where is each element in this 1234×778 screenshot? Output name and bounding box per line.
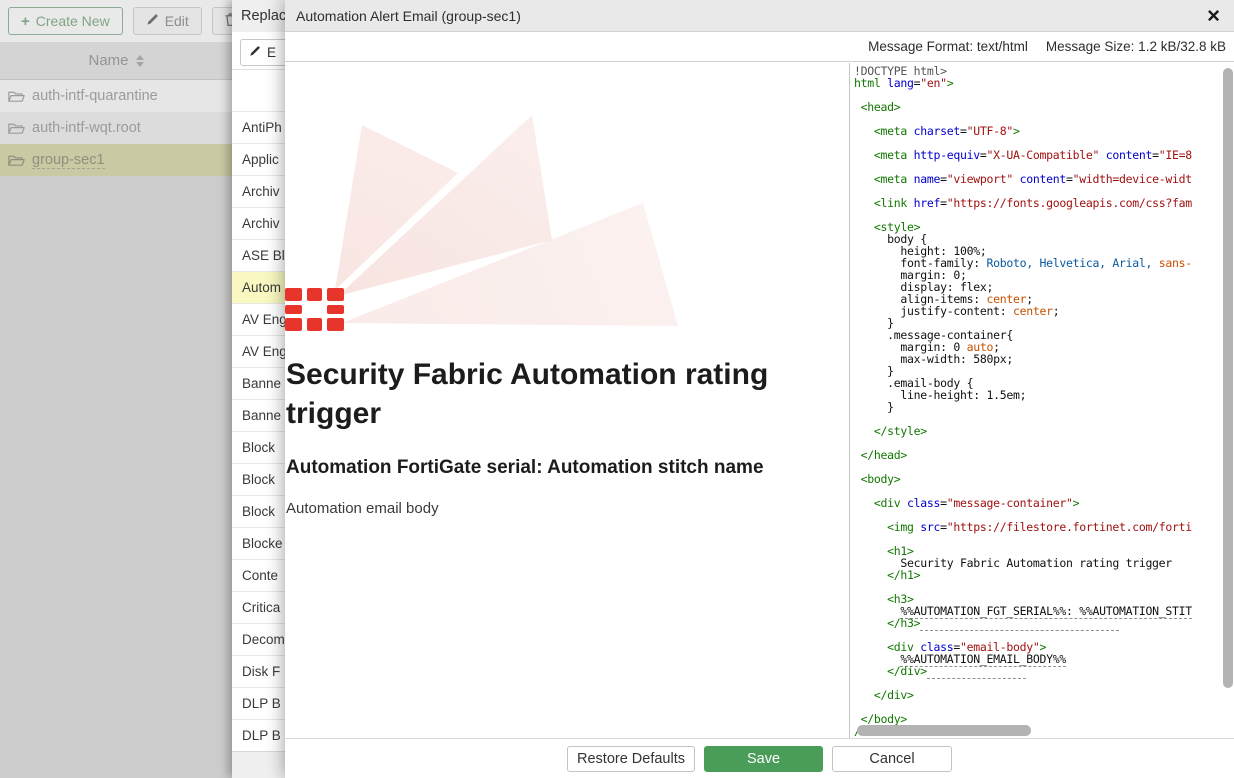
message-type-item[interactable]: Conte [232, 559, 285, 591]
message-type-item[interactable]: Applic [232, 143, 285, 175]
horizontal-scrollbar[interactable] [857, 725, 1031, 736]
message-type-item[interactable]: Blocke [232, 527, 285, 559]
message-type-item[interactable]: AV Eng [232, 303, 285, 335]
html-source-editor[interactable]: !DOCTYPE html>html lang="en"> <head> <me… [850, 63, 1234, 738]
message-info-bar: Message Format: text/html Message Size: … [285, 32, 1234, 62]
message-type-item[interactable]: Archiv [232, 207, 285, 239]
message-type-item[interactable]: Block [232, 463, 285, 495]
save-button[interactable]: Save [704, 746, 823, 772]
pencil-icon [249, 45, 261, 60]
replacement-messages-panel: Replac E AntiPhApplicArchivArchivASE BlA… [232, 0, 285, 778]
message-format-label: Message Format: text/html [868, 39, 1028, 54]
panel-edit-button[interactable]: E [240, 39, 285, 66]
fortios-replacement-messages-screen: + Create New Edit D Name auth-intf-quara… [0, 0, 1234, 778]
groups-table-panel: + Create New Edit D Name auth-intf-quara… [0, 0, 232, 778]
code-lines: !DOCTYPE html>html lang="en"> <head> <me… [850, 63, 1234, 737]
message-type-item[interactable]: Critica [232, 591, 285, 623]
folder-icon [8, 122, 25, 135]
sort-icon [136, 55, 144, 67]
email-preview: Security Fabric Automation rating trigge… [285, 63, 850, 738]
pencil-icon [146, 13, 159, 29]
cancel-button[interactable]: Cancel [832, 746, 952, 772]
close-icon[interactable]: × [1203, 2, 1224, 30]
automation-alert-email-modal: Automation Alert Email (group-sec1) × Me… [285, 0, 1234, 778]
restore-defaults-button[interactable]: Restore Defaults [567, 746, 695, 772]
group-name: auth-intf-wqt.root [32, 120, 141, 136]
group-name: auth-intf-quarantine [32, 88, 158, 104]
preview-heading: Security Fabric Automation rating trigge… [286, 355, 786, 433]
group-row[interactable]: auth-intf-quarantine [0, 80, 232, 112]
message-type-item[interactable]: AV Eng [232, 335, 285, 367]
group-row[interactable]: group-sec1 [0, 144, 232, 176]
message-type-item[interactable]: Autom [232, 271, 285, 303]
groups-list: auth-intf-quarantine auth-intf-wqt.root gr… [0, 80, 232, 176]
message-type-item[interactable]: Block [232, 431, 285, 463]
name-column-header[interactable]: Name [0, 42, 232, 80]
folder-icon [8, 154, 25, 167]
fortinet-logo [285, 288, 344, 331]
group-name: group-sec1 [32, 152, 105, 169]
panel-footer [232, 751, 285, 778]
modal-header: Automation Alert Email (group-sec1) × [285, 0, 1234, 32]
message-type-item[interactable]: Block [232, 495, 285, 527]
message-type-item[interactable]: Disk F [232, 655, 285, 687]
modal-content: Security Fabric Automation rating trigge… [285, 63, 1234, 738]
preview-body-text: Automation email body [286, 500, 439, 517]
plus-icon: + [21, 13, 30, 30]
message-type-item[interactable]: Banne [232, 367, 285, 399]
panel-toolbar: E [232, 32, 285, 70]
groups-toolbar: + Create New Edit D [0, 0, 232, 42]
modal-footer: Restore Defaults Save Cancel [285, 738, 1234, 778]
vertical-scrollbar[interactable] [1223, 68, 1233, 688]
folder-icon [8, 90, 25, 103]
message-type-item[interactable]: Banne [232, 399, 285, 431]
create-new-button[interactable]: + Create New [8, 7, 123, 35]
message-type-item[interactable]: ASE Bl [232, 239, 285, 271]
group-row[interactable]: auth-intf-wqt.root [0, 112, 232, 144]
panel-title: Replac [232, 0, 285, 32]
message-type-item[interactable]: Archiv [232, 175, 285, 207]
message-type-item[interactable]: AntiPh [232, 111, 285, 143]
edit-button[interactable]: Edit [133, 7, 202, 35]
message-types-list: AntiPhApplicArchivArchivASE BlAutomAV En… [232, 111, 285, 751]
modal-title: Automation Alert Email (group-sec1) [296, 8, 521, 24]
message-type-item[interactable]: DLP B [232, 687, 285, 719]
preview-subheading: Automation FortiGate serial: Automation … [286, 457, 764, 479]
message-type-item[interactable]: Decom [232, 623, 285, 655]
message-size-label: Message Size: 1.2 kB/32.8 kB [1046, 39, 1226, 54]
message-type-item[interactable]: DLP B [232, 719, 285, 751]
